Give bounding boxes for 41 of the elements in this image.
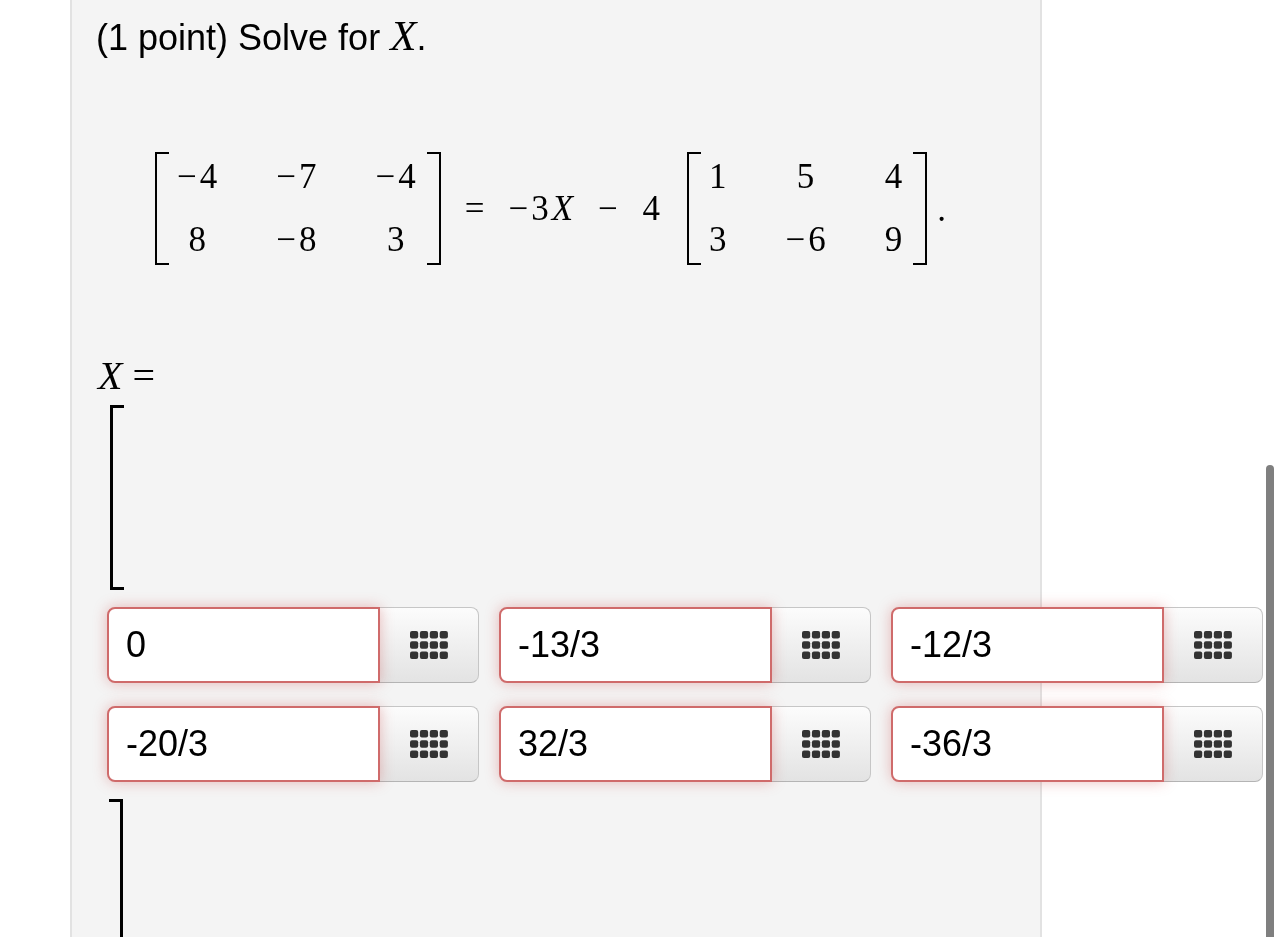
matrix-entry: 8 [188,219,209,261]
answer-field[interactable]: -13/3 [499,607,772,683]
keypad-icon [802,631,840,659]
problem-prompt: (1 point) Solve for X. [96,18,427,58]
right-bracket-icon [426,152,441,265]
left-bracket-icon [686,152,701,265]
keypad-button[interactable] [1164,607,1263,683]
keypad-icon [1194,730,1232,758]
matrix-entry: −7 [276,156,320,198]
keypad-icon [802,730,840,758]
left-bracket-icon [155,152,169,265]
right-bracket-icon [913,152,928,265]
keypad-button[interactable] [772,706,871,782]
answer-field[interactable]: -12/3 [891,607,1164,683]
keypad-button[interactable] [1164,706,1263,782]
answer-field[interactable]: 32/3 [499,706,772,782]
matrix-entry: 3 [708,219,730,261]
matrix-entry: −4 [375,156,419,198]
matrix-entry: −4 [177,156,221,198]
keypad-button[interactable] [380,607,479,683]
answer-field[interactable]: -20/3 [107,706,380,782]
keypad-button[interactable] [380,706,479,782]
answer-field[interactable]: 0 [107,607,380,683]
answer-field[interactable]: -36/3 [891,706,1164,782]
matrix-entry: 4 [884,156,906,198]
scrollbar[interactable] [1266,465,1274,937]
keypad-icon [410,730,448,758]
matrix-entry: −8 [276,219,320,261]
keypad-button[interactable] [772,607,871,683]
equation-expression: −3X − 4 [508,187,663,230]
matrix-entry: −6 [785,219,829,261]
matrix-entry: 5 [796,156,818,198]
answer-label: X = [98,354,155,398]
equation-period: . [937,189,946,231]
keypad-icon [1194,631,1232,659]
matrix-entry: 9 [884,219,906,261]
equals-sign: = [464,187,485,230]
left-bracket-icon [110,405,124,590]
matrix-entry: 3 [386,219,408,261]
keypad-icon [410,631,448,659]
matrix-entry: 1 [708,156,730,198]
